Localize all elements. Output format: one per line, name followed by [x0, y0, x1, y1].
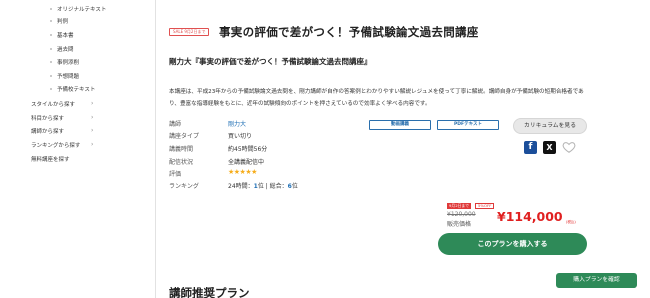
instructor-link[interactable]: 剛力大	[228, 119, 246, 128]
course-subtitle: 剛力大『事実の評価で差がつく！予備試験論文過去問講座』	[169, 57, 372, 66]
info-label-type: 講座タイプ	[169, 133, 200, 140]
chevron-right-icon: ›	[91, 100, 94, 107]
sidebar-subitem-prep-texts[interactable]: 予備校テキスト	[49, 85, 95, 93]
info-label-ranking: ランキング	[169, 183, 199, 190]
rating-stars: ★★★★★	[228, 168, 257, 176]
ranking-total-label: 位 | 総合：	[257, 183, 288, 190]
tax-note: (税込)	[566, 220, 576, 224]
sidebar-item-label: 科目から探す	[31, 116, 65, 122]
sidebar-item-ranking[interactable]: ランキングから探す ›	[31, 141, 93, 149]
sidebar: オリジナルテキスト 判例 基本書 過去問 事例添削 予想問題 予備校テキスト ス…	[0, 0, 150, 298]
sidebar-item-label: スタイルから探す	[31, 102, 76, 108]
ranking-24h-label: 24時間：	[228, 183, 254, 190]
sidebar-subitem-original-text[interactable]: オリジナルテキスト	[49, 5, 106, 13]
info-label-duration: 講義時間	[169, 146, 194, 153]
price-label: 販売価格	[447, 221, 472, 228]
ranking-suffix: 位	[291, 183, 298, 190]
sale-price: ¥114,000	[497, 209, 563, 224]
sidebar-divider	[155, 0, 156, 298]
sidebar-item-style[interactable]: スタイルから探す ›	[31, 100, 93, 108]
course-description: 本講座は、平成23年からの予備試験論文過去問を、剛力講師が自作の答案例とわかりや…	[169, 89, 584, 107]
info-label-rating: 評価	[169, 171, 182, 178]
sidebar-item-label: 無料講座を探す	[31, 157, 70, 163]
status-value: 全講義配信中	[228, 159, 265, 166]
sidebar-item-label: ランキングから探す	[31, 143, 81, 149]
heart-outline-icon[interactable]	[562, 140, 576, 154]
sidebar-item-instructor[interactable]: 講師から探す ›	[31, 127, 93, 135]
ranking-value: 24時間：1位 | 総合：6位	[228, 181, 298, 190]
info-label-status: 配信状況	[169, 159, 194, 166]
info-label-instructor: 講師	[169, 121, 182, 128]
confirm-plan-button[interactable]: 購入プランを確認	[556, 273, 637, 288]
sidebar-item-label: 講師から探す	[31, 129, 65, 135]
section-title-recommended-plans: 講師推奨プラン	[169, 286, 250, 298]
duration-value: 約45時間56分	[228, 146, 268, 153]
view-curriculum-button[interactable]: カリキュラムを見る	[513, 118, 587, 134]
discount-tag: 5%OFF	[475, 203, 495, 209]
facebook-icon[interactable]: f	[524, 141, 537, 154]
sidebar-subitem-cases[interactable]: 判例	[49, 17, 68, 25]
sale-badge: SALE 9月2日まで	[169, 28, 210, 36]
chevron-right-icon: ›	[91, 114, 94, 121]
tag-pdf-text: PDFテキスト	[437, 120, 499, 130]
sidebar-subitem-predicted-problems[interactable]: 予想問題	[49, 72, 79, 80]
sidebar-item-subject[interactable]: 科目から探す ›	[31, 114, 93, 122]
sidebar-item-free-courses[interactable]: 無料講座を探す	[31, 155, 70, 163]
chevron-right-icon: ›	[91, 127, 94, 134]
buy-plan-button[interactable]: このプランを購入する	[438, 233, 587, 255]
page-title: 事実の評価で差がつく！予備試験論文過去問講座	[219, 25, 479, 39]
sidebar-subitem-basic-books[interactable]: 基本書	[50, 31, 74, 39]
original-price: ¥120,000	[447, 211, 476, 218]
chevron-right-icon: ›	[91, 141, 94, 148]
tag-video-lecture: 動画講義	[369, 120, 431, 130]
sale-deadline-tag: 9月2日まで	[447, 203, 472, 209]
sidebar-subitem-case-correction[interactable]: 事例添削	[49, 58, 79, 66]
sidebar-subitem-past-exams[interactable]: 過去問	[50, 45, 74, 53]
x-icon[interactable]: X	[543, 141, 556, 154]
course-type-value: 買い切り	[228, 133, 253, 140]
